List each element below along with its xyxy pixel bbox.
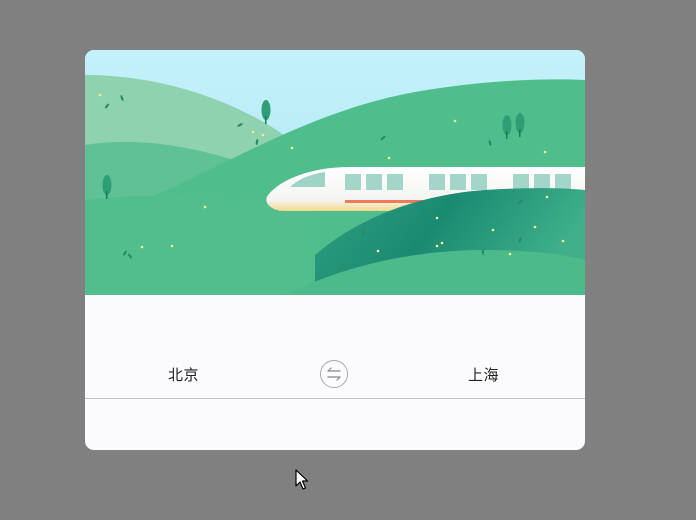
swap-cities-button[interactable] xyxy=(320,360,348,388)
ground xyxy=(85,195,315,295)
divider xyxy=(85,398,585,399)
route-selector: 北京 上海 xyxy=(85,350,585,398)
ticket-search-card: 北京 上海 xyxy=(85,50,585,450)
arrival-city[interactable]: 上海 xyxy=(468,364,499,385)
mouse-pointer-icon xyxy=(295,469,309,490)
train-banner-illustration xyxy=(85,50,585,295)
departure-city[interactable]: 北京 xyxy=(168,364,199,385)
swap-arrows-icon xyxy=(327,367,341,381)
